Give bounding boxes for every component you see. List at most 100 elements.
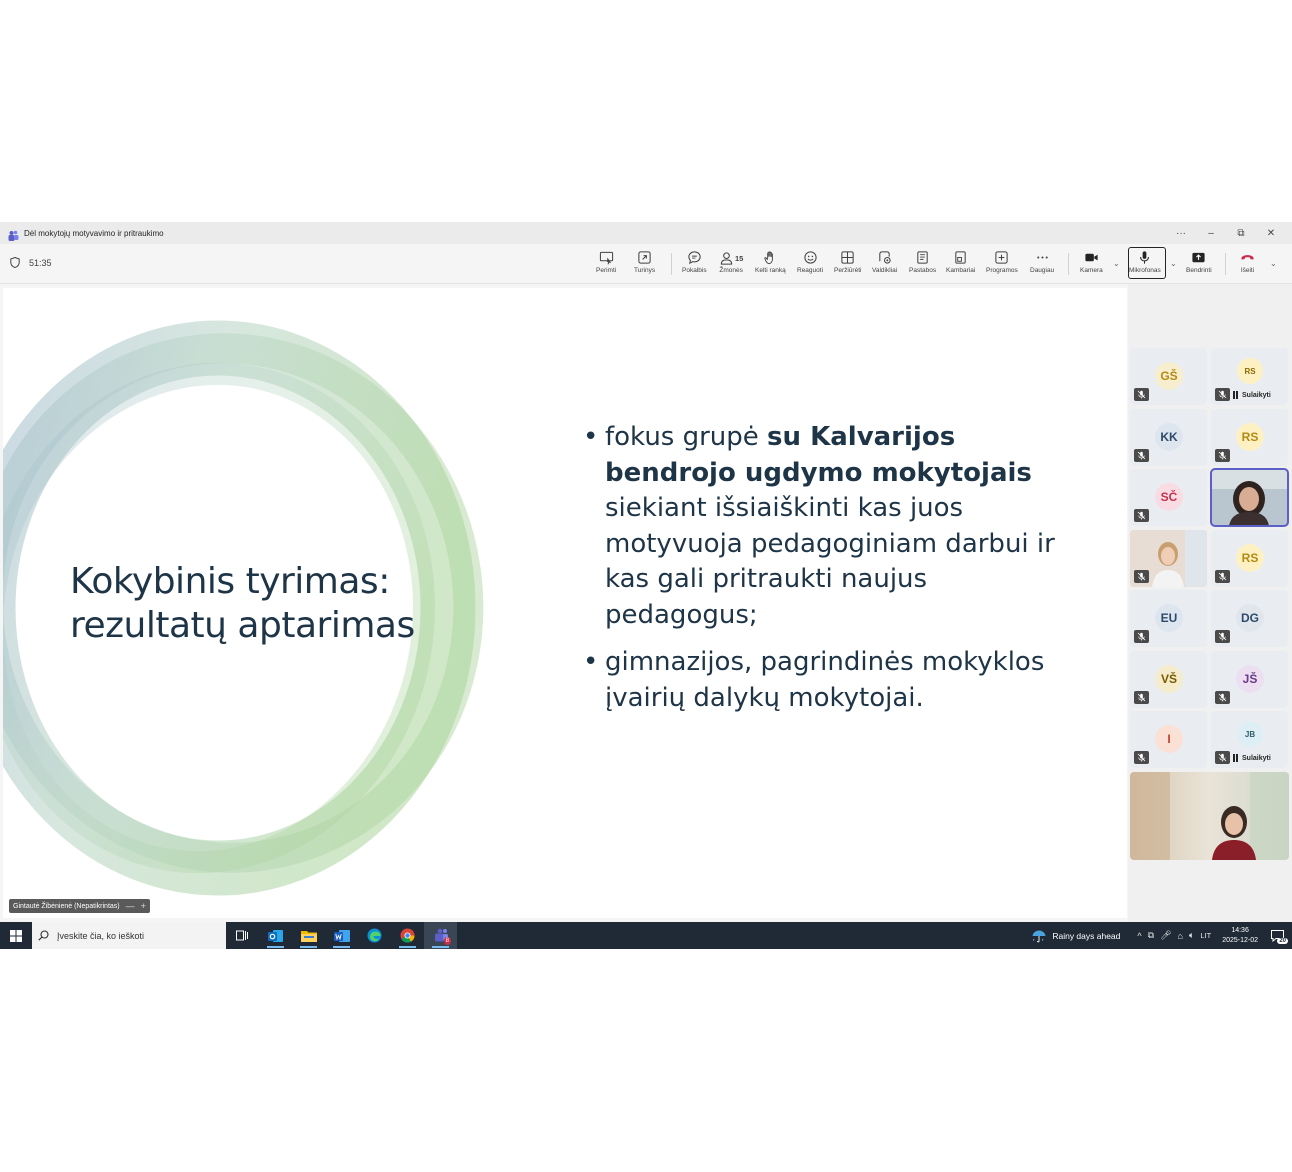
muted-mic-icon	[1134, 690, 1149, 704]
file-explorer-taskbar-button[interactable]	[292, 922, 325, 949]
taskbar-search-box[interactable]: Įveskite čia, ko ieškoti	[32, 922, 226, 949]
participant-tile[interactable]: VŠ	[1130, 650, 1207, 708]
participant-tile[interactable]: DG	[1211, 590, 1288, 647]
meeting-timer: 51:35	[10, 257, 52, 268]
muted-mic-icon	[1134, 630, 1149, 643]
participant-avatar: RS	[1237, 358, 1263, 384]
zoom-out-button[interactable]: —	[126, 901, 135, 911]
microphone-options-chevron-icon[interactable]: ⌄	[1170, 259, 1177, 268]
file-explorer-icon	[300, 931, 317, 942]
leave-options-chevron-icon[interactable]: ⌄	[1270, 259, 1277, 268]
minimize-button[interactable]: –	[1196, 228, 1226, 239]
word-taskbar-button[interactable]	[325, 922, 358, 949]
react-icon	[803, 251, 817, 264]
microphone-icon	[1140, 251, 1150, 264]
more-button[interactable]: Daugiau	[1030, 250, 1054, 280]
bullet-text: gimnazijos, pagrindinės mokyklos įvairių…	[605, 647, 1045, 713]
participant-avatar: VŠ	[1155, 664, 1183, 693]
participant-tile[interactable]: JB Sulaikyti	[1211, 711, 1288, 768]
take-control-button[interactable]: Perimti	[596, 250, 616, 280]
slide-bullet: gimnazijos, pagrindinės mokyklos įvairių…	[583, 645, 1063, 716]
muted-mic-icon	[1134, 448, 1149, 462]
bullet-text: fokus grupė	[605, 422, 768, 452]
raise-hand-icon	[764, 251, 773, 265]
muted-mic-icon	[1134, 569, 1149, 583]
participant-tile[interactable]	[1210, 468, 1289, 527]
participant-tile[interactable]: RS Sulaikyti	[1211, 348, 1288, 405]
self-video-tile[interactable]	[1130, 772, 1289, 860]
weather-widget[interactable]: Rainy days ahead	[1031, 928, 1120, 944]
notes-button[interactable]: Pastabos	[909, 250, 936, 280]
toolbar-label: Turinys	[634, 267, 656, 274]
close-button[interactable]: ✕	[1256, 228, 1286, 239]
people-button[interactable]: 15 Žmonės	[719, 250, 743, 280]
participant-tile[interactable]: KK	[1130, 408, 1207, 466]
notification-center-button[interactable]: 20	[1268, 927, 1288, 945]
apps-button[interactable]: Programos	[986, 250, 1018, 280]
microphone-button[interactable]: Mikrofonas	[1129, 250, 1161, 280]
running-indicator	[267, 946, 284, 948]
restore-button[interactable]: ⧉	[1226, 228, 1256, 239]
notification-count: 20	[1277, 937, 1288, 944]
teams-taskbar-button[interactable]: 8	[424, 922, 457, 949]
running-indicator	[333, 946, 350, 948]
title-bar: Dėl mokytojų motyvavimo ir pritraukimo ·…	[0, 222, 1292, 244]
start-button[interactable]	[0, 922, 32, 949]
view-button[interactable]: Peržiūrėti	[834, 250, 861, 280]
network-icon[interactable]: ⌂	[1178, 931, 1183, 941]
raise-hand-button[interactable]: Kelti ranką	[755, 250, 786, 280]
participant-avatar: JB	[1237, 721, 1263, 747]
camera-options-chevron-icon[interactable]: ⌄	[1113, 259, 1120, 268]
react-button[interactable]: Reaguoti	[797, 250, 823, 280]
running-indicator	[432, 946, 449, 948]
participant-tile[interactable]: RS	[1211, 408, 1288, 466]
participant-avatar: I	[1155, 725, 1183, 753]
content-button[interactable]: Turinys	[634, 250, 655, 280]
rooms-button[interactable]: Kambariai	[946, 250, 975, 280]
participant-tile[interactable]: GŠ	[1130, 348, 1207, 405]
more-window-icon[interactable]: ···	[1166, 228, 1196, 239]
muted-mic-icon	[1215, 388, 1230, 401]
view-icon	[841, 251, 854, 264]
microphone-tray-icon[interactable]: 🎤︎	[1160, 930, 1171, 941]
on-hold-status: Sulaikyti	[1233, 754, 1271, 762]
muted-mic-icon	[1215, 569, 1230, 583]
running-indicator	[300, 946, 317, 948]
muted-mic-icon	[1134, 388, 1149, 401]
participant-tile[interactable]: EU	[1130, 590, 1207, 647]
zoom-in-button[interactable]: +	[141, 901, 146, 911]
toolbar-divider	[671, 253, 672, 275]
muted-mic-icon	[1215, 751, 1230, 764]
system-clock[interactable]: 14:36 2025-12-02	[1222, 926, 1258, 946]
more-icon	[1036, 256, 1048, 259]
participant-avatar: GŠ	[1155, 362, 1183, 390]
clock-time: 14:36	[1231, 926, 1249, 934]
participant-tile[interactable]: JŠ	[1211, 650, 1288, 708]
toolbar-label: Pokalbis	[682, 267, 707, 274]
chrome-taskbar-button[interactable]	[391, 922, 424, 949]
participant-avatar: KK	[1155, 422, 1183, 451]
outlook-taskbar-button[interactable]	[259, 922, 292, 949]
meeting-toolbar: 51:35 Perimti Turinys Pokalbis 15 Žmonės…	[0, 244, 1292, 284]
edge-taskbar-button[interactable]	[358, 922, 391, 949]
meet-now-icon[interactable]: ⧉	[1148, 930, 1154, 941]
chat-button[interactable]: Pokalbis	[682, 250, 707, 280]
slide-bullet: fokus grupė su Kalvarijos bendrojo ugdym…	[583, 420, 1063, 633]
participant-tile[interactable]: I	[1130, 711, 1207, 768]
participant-tile[interactable]	[1130, 529, 1207, 587]
bullet-text: siekiant išsiaiškinti kas juos motyvuoja…	[605, 493, 1055, 630]
participant-tile[interactable]: SČ	[1130, 469, 1207, 526]
participant-tile[interactable]: RS	[1211, 529, 1288, 587]
participant-avatar: RS	[1236, 543, 1264, 572]
leave-button[interactable]: Išeiti	[1240, 250, 1255, 280]
volume-icon[interactable]: 🔈︎	[1189, 930, 1194, 941]
language-indicator[interactable]: LIT	[1200, 931, 1211, 940]
show-hidden-icons-chevron-icon[interactable]: ^	[1137, 931, 1141, 941]
task-view-button[interactable]	[226, 922, 259, 949]
controls-button[interactable]: Valdikliai	[872, 250, 897, 280]
slide-title: Kokybinis tyrimas: rezultatų aptarimas	[70, 560, 415, 648]
camera-button[interactable]: Kamera	[1080, 250, 1103, 280]
share-button[interactable]: Bendrinti	[1186, 250, 1212, 280]
slide-title-line: Kokybinis tyrimas:	[70, 561, 390, 602]
teams-badge: 8	[443, 937, 451, 945]
